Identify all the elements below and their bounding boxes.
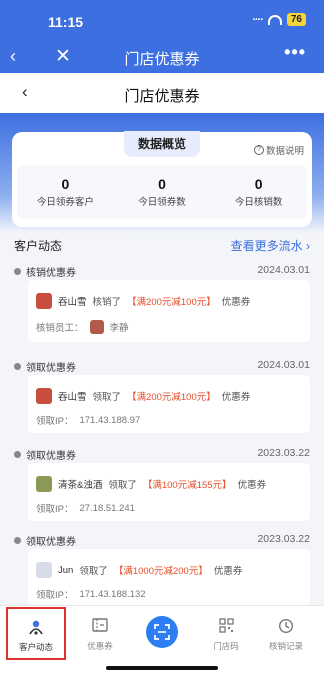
entry-type: 核销优惠券 [26, 268, 76, 279]
timeline-dot [14, 268, 21, 275]
stats-row: 0 今日领券客户 0 今日领券数 0 今日核销数 [17, 165, 307, 219]
view-more-link[interactable]: 查看更多流水 › [231, 237, 310, 254]
scan-icon [154, 624, 170, 640]
coupon-icon [70, 618, 130, 638]
avatar [36, 388, 52, 404]
timeline-dot [14, 363, 21, 370]
entry-coupon: 【满200元减100元】 [127, 297, 216, 308]
entry-card: 吞山雪 领取了 【满200元减100元】 优惠券 领取IP： 171.43.18… [28, 375, 310, 433]
activity-entry[interactable]: 领取优惠券 2024.03.01 吞山雪 领取了 【满200元减100元】 优惠… [14, 359, 310, 433]
entry-type: 领取优惠券 [26, 363, 76, 374]
entry-coupon: 【满100元减155元】 [142, 480, 232, 491]
staff-avatar [89, 320, 104, 334]
data-help-link[interactable]: ? 数据说明 [253, 143, 304, 157]
app-top-bar: 11:15 ···· 76 ‹ ✕ 门店优惠券 ••• [0, 0, 324, 73]
entry-suffix: 优惠券 [237, 480, 267, 491]
entry-extra-label: 领取IP： [36, 504, 74, 515]
entry-action: 领取了 [79, 566, 108, 577]
wifi-icon [267, 14, 282, 25]
page-header: ‹ 门店优惠券 [0, 73, 324, 113]
entry-date: 2024.03.01 [257, 359, 310, 371]
signal-icon: ···· [252, 13, 264, 26]
window-title: 门店优惠券 [124, 51, 200, 68]
entry-action: 领取了 [92, 392, 122, 403]
stat-redeemed: 0 今日核销数 [234, 176, 283, 208]
entry-date: 2023.03.22 [257, 533, 310, 545]
nav-store-code[interactable]: 门店码 [196, 606, 256, 652]
entry-extra-value: 171.43.188.97 [79, 414, 141, 426]
entry-card: 吞山雪 核销了 【满200元减100元】 优惠券 核销员工： 李静 [28, 280, 310, 342]
entry-type: 领取优惠券 [26, 537, 76, 548]
scan-button[interactable] [146, 616, 178, 648]
qrcode-icon [196, 618, 256, 638]
status-bar: 11:15 ···· 76 [0, 0, 324, 38]
entry-coupon: 【满200元减100元】 [127, 392, 216, 403]
entry-user: 清茶&浊酒 [58, 480, 103, 491]
timeline-dot [14, 537, 21, 544]
avatar [36, 293, 52, 309]
stat-customers: 0 今日领券客户 [36, 176, 94, 208]
activity-title: 客户动态 [14, 239, 63, 253]
entry-extra-label: 领取IP： [36, 590, 74, 601]
entry-date: 2023.03.22 [257, 447, 310, 459]
nav-redeem-records[interactable]: 核销记录 [256, 606, 316, 652]
entry-suffix: 优惠券 [221, 297, 251, 308]
entry-user: Jun [58, 564, 74, 576]
activity-entry[interactable]: 领取优惠券 2023.03.22 Jun 领取了 【满1000元减200元】 优… [14, 533, 310, 605]
home-indicator [106, 666, 218, 670]
avatar [36, 476, 52, 492]
page-title: 门店优惠券 [124, 88, 200, 105]
stat-claimed: 0 今日领券数 [138, 176, 186, 208]
entry-extra-value: 171.43.188.132 [79, 588, 146, 600]
entry-user: 吞山雪 [58, 392, 87, 403]
person-pin-icon [8, 619, 64, 639]
entry-extra-label: 核销员工： [36, 323, 84, 334]
overview-title: 数据概览 [124, 131, 200, 157]
history-icon [256, 618, 316, 638]
battery-icon: 76 [286, 13, 306, 26]
entry-suffix: 优惠券 [213, 566, 243, 577]
status-time: 11:15 [48, 14, 84, 30]
entry-type: 领取优惠券 [26, 451, 76, 462]
browser-nav-row: ‹ ✕ 门店优惠券 ••• [0, 42, 324, 72]
activity-entry[interactable]: 领取优惠券 2023.03.22 清茶&浊酒 领取了 【满100元减155元】 … [14, 447, 310, 521]
entry-suffix: 优惠券 [221, 392, 251, 403]
entry-action: 领取了 [108, 480, 137, 491]
entry-user: 吞山雪 [58, 297, 87, 308]
entry-extra-label: 领取IP： [36, 416, 74, 427]
activity-entry[interactable]: 核销优惠券 2024.03.01 吞山雪 核销了 【满200元减100元】 优惠… [14, 264, 310, 342]
entry-action: 核销了 [92, 297, 122, 308]
nav-customer-activity[interactable]: 客户动态 [6, 607, 66, 660]
data-overview-card: 数据概览 ? 数据说明 0 今日领券客户 0 今日领券数 0 今日核销数 [12, 131, 312, 227]
entry-card: Jun 领取了 【满1000元减200元】 优惠券 领取IP： 171.43.1… [28, 549, 310, 605]
nav-coupons[interactable]: 优惠券 [70, 606, 130, 652]
question-icon: ? [253, 145, 264, 155]
entry-coupon: 【满1000元减200元】 [113, 566, 208, 577]
entry-card: 清茶&浊酒 领取了 【满100元减155元】 优惠券 领取IP： 27.18.5… [28, 463, 310, 521]
entry-extra-value: 李静 [109, 323, 129, 334]
entry-extra-value: 27.18.51.241 [79, 502, 135, 514]
timeline-dot [14, 451, 21, 458]
avatar [36, 562, 52, 578]
activity-header: 客户动态 查看更多流水 › [14, 237, 310, 253]
entry-date: 2024.03.01 [257, 264, 310, 276]
more-icon[interactable]: ••• [284, 42, 306, 63]
